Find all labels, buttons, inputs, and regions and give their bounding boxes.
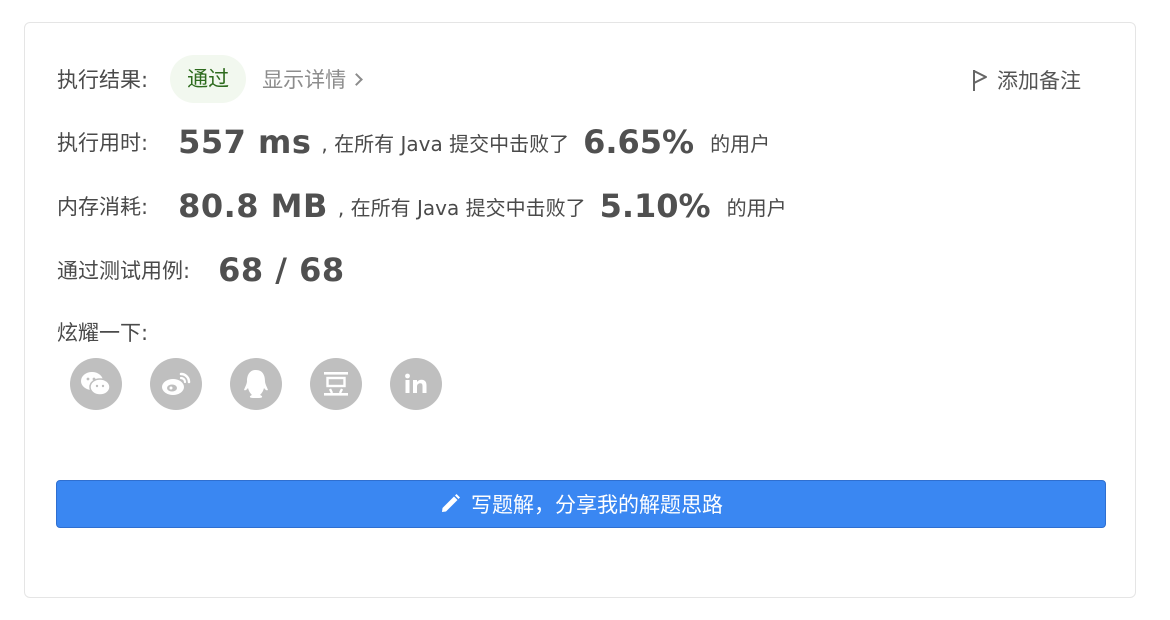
runtime-suffix: 的用户 <box>710 131 771 156</box>
tests-value: 68 / 68 <box>218 251 345 289</box>
show-details-link[interactable]: 显示详情 <box>262 64 363 94</box>
tests-label: 通过测试用例: <box>57 259 191 283</box>
show-details-label: 显示详情 <box>262 68 347 92</box>
write-solution-button[interactable]: 写题解，分享我的解题思路 <box>56 480 1106 528</box>
memory-value: 80.8 MB <box>178 187 328 225</box>
add-note-button[interactable]: 添加备注 <box>971 65 1081 95</box>
submission-result-card: 执行结果: 通过 显示详情 添加备注 执行用时: 557 ms , 在所有 Ja… <box>24 22 1136 598</box>
share-linkedin-button[interactable] <box>390 358 442 410</box>
pencil-icon <box>442 494 460 512</box>
wechat-icon <box>81 372 111 396</box>
qq-icon <box>244 370 268 398</box>
runtime-row: 执行用时: 557 ms , 在所有 Java 提交中击败了 6.65% 的用户 <box>57 123 770 161</box>
chevron-right-icon <box>350 73 363 86</box>
runtime-percent: 6.65% <box>583 123 695 161</box>
share-icons <box>70 358 442 410</box>
share-wechat-button[interactable] <box>70 358 122 410</box>
share-weibo-button[interactable] <box>150 358 202 410</box>
share-row: 炫耀一下: <box>57 317 148 347</box>
add-note-label: 添加备注 <box>997 69 1081 93</box>
share-qq-button[interactable] <box>230 358 282 410</box>
share-label: 炫耀一下: <box>57 321 149 345</box>
memory-beat-text: , 在所有 Java 提交中击败了 <box>337 195 586 220</box>
weibo-icon <box>162 372 191 395</box>
douban-icon <box>324 372 348 396</box>
result-label: 执行结果: <box>57 68 149 92</box>
memory-percent: 5.10% <box>599 187 711 225</box>
status-badge: 通过 <box>170 55 247 103</box>
result-row: 执行结果: 通过 显示详情 <box>57 55 363 103</box>
flag-icon <box>973 70 987 91</box>
runtime-label: 执行用时: <box>57 131 149 155</box>
share-douban-button[interactable] <box>310 358 362 410</box>
memory-suffix: 的用户 <box>726 195 787 220</box>
runtime-beat-text: , 在所有 Java 提交中击败了 <box>321 131 570 156</box>
tests-row: 通过测试用例: 68 / 68 <box>57 251 345 289</box>
linkedin-icon <box>405 373 427 393</box>
runtime-value: 557 ms <box>178 123 312 161</box>
memory-label: 内存消耗: <box>57 195 149 219</box>
write-solution-label: 写题解，分享我的解题思路 <box>471 493 723 517</box>
memory-row: 内存消耗: 80.8 MB , 在所有 Java 提交中击败了 5.10% 的用… <box>57 187 787 225</box>
